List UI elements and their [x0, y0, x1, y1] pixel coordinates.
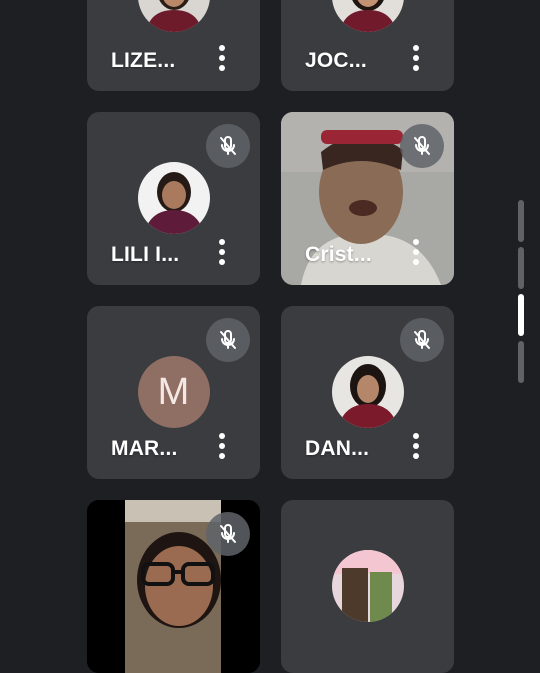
participant-avatar [137, 0, 210, 32]
scroll-indicator-segment[interactable] [518, 247, 524, 289]
mic-off-icon [206, 124, 250, 168]
more-options-button[interactable] [212, 237, 232, 267]
mic-off-icon [206, 512, 250, 556]
participant-avatar [137, 162, 210, 234]
mic-off-icon [206, 318, 250, 362]
participant-tile-photo[interactable] [281, 500, 454, 673]
more-options-button[interactable] [212, 431, 232, 461]
more-options-button[interactable] [406, 237, 426, 267]
scroll-indicator-segment[interactable] [518, 341, 524, 383]
participant-name: LIZE... [111, 49, 176, 72]
participant-tile-crist[interactable]: Crist... [281, 112, 454, 285]
scroll-indicator-current[interactable] [518, 294, 524, 336]
participant-tile-video[interactable] [87, 500, 260, 673]
participant-name: JOC... [305, 49, 367, 72]
participant-name: LILI I... [111, 243, 180, 266]
participant-tile-mar[interactable]: M MAR... [87, 306, 260, 479]
participant-avatar [331, 550, 404, 622]
scroll-indicator-segment[interactable] [518, 200, 524, 242]
more-options-button[interactable] [406, 43, 426, 73]
participant-name: MAR... [111, 437, 178, 460]
more-options-button[interactable] [406, 431, 426, 461]
participant-tile-lili[interactable]: LILI I... [87, 112, 260, 285]
mic-off-icon [400, 318, 444, 362]
mic-off-icon [400, 124, 444, 168]
participant-tile-dan[interactable]: DAN... [281, 306, 454, 479]
participant-initial-avatar: M [137, 356, 210, 428]
participant-name: Crist... [305, 243, 372, 266]
participant-tile-joc[interactable]: JOC... [281, 0, 454, 91]
more-options-button[interactable] [212, 43, 232, 73]
participant-avatar [331, 0, 404, 32]
participant-tile-lize[interactable]: LIZE... [87, 0, 260, 91]
participant-name: DAN... [305, 437, 370, 460]
participant-avatar [331, 356, 404, 428]
